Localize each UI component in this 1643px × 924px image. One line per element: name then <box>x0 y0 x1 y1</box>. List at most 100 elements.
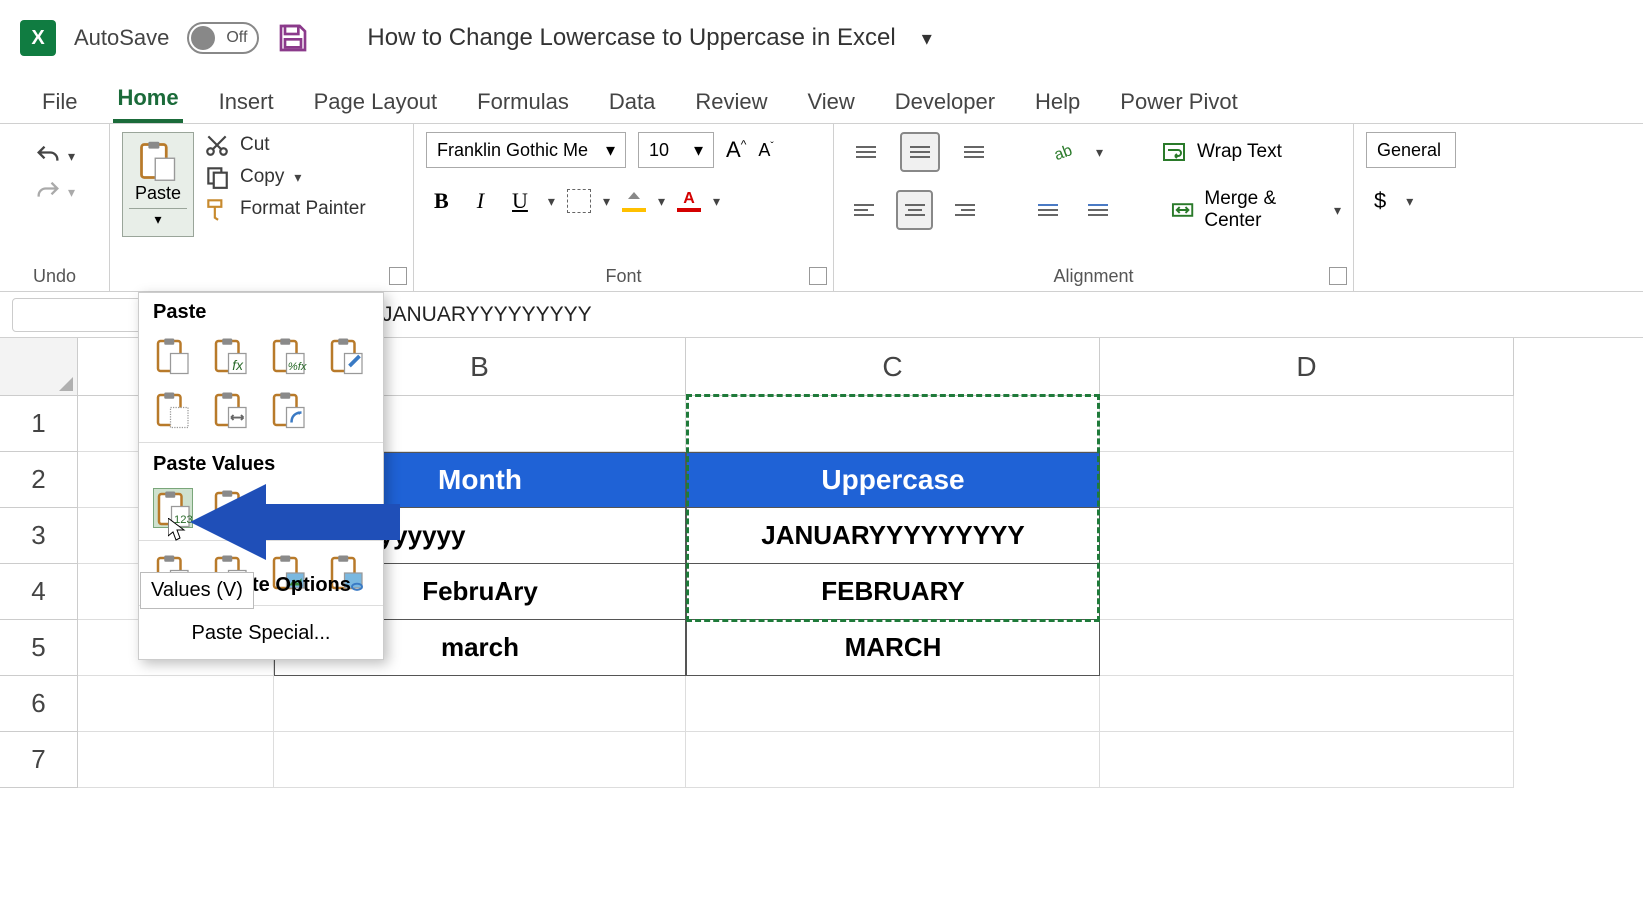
tab-view[interactable]: View <box>803 81 858 123</box>
select-all-corner[interactable] <box>0 338 78 396</box>
undo-button[interactable]: ▾ <box>34 142 75 170</box>
chevron-down-icon[interactable]: ▾ <box>694 140 703 161</box>
tab-home[interactable]: Home <box>113 77 182 123</box>
chevron-down-icon[interactable]: ▾ <box>68 148 75 165</box>
cell[interactable]: MARCH <box>686 620 1100 676</box>
format-painter-button[interactable]: Format Painter <box>204 196 366 222</box>
paste-formulas-icon[interactable]: fx <box>211 336 251 376</box>
col-header-D[interactable]: D <box>1100 338 1514 396</box>
align-middle-button[interactable] <box>900 132 940 172</box>
paste-special-item[interactable]: Paste Special... <box>139 608 383 659</box>
cell[interactable]: JANUARYYYYYYYYY <box>686 508 1100 564</box>
cell[interactable] <box>686 732 1100 788</box>
tab-review[interactable]: Review <box>691 81 771 123</box>
chevron-down-icon[interactable]: ▾ <box>1096 144 1103 161</box>
paste-no-borders-icon[interactable] <box>153 390 193 430</box>
chevron-down-icon[interactable]: ▾ <box>1406 193 1413 210</box>
align-top-button[interactable] <box>846 132 886 172</box>
cell[interactable] <box>1100 676 1514 732</box>
cell[interactable] <box>1100 564 1514 620</box>
cut-button[interactable]: Cut <box>204 132 366 158</box>
copy-button[interactable]: Copy ▾ <box>204 164 366 190</box>
row-header-2[interactable]: 2 <box>0 452 78 508</box>
clipboard-launcher-icon[interactable] <box>389 267 407 285</box>
paste-button[interactable]: Paste ▾ <box>122 132 194 237</box>
italic-button[interactable]: I <box>469 184 492 218</box>
chevron-down-icon[interactable]: ▾ <box>1334 202 1341 219</box>
tab-formulas[interactable]: Formulas <box>473 81 573 123</box>
paste-dropdown[interactable]: ▾ <box>129 208 187 230</box>
orientation-button[interactable]: ab <box>1042 132 1082 172</box>
decrease-font-icon[interactable]: Aˇ <box>758 140 773 161</box>
row-header-6[interactable]: 6 <box>0 676 78 732</box>
tab-help[interactable]: Help <box>1031 81 1084 123</box>
cell-header-uppercase[interactable]: Uppercase <box>686 452 1100 508</box>
cell[interactable] <box>686 396 1100 452</box>
name-box[interactable] <box>12 298 142 332</box>
cell[interactable] <box>274 732 686 788</box>
tab-file[interactable]: File <box>38 81 81 123</box>
increase-font-icon[interactable]: A^ <box>726 137 746 163</box>
align-center-button[interactable] <box>896 190 933 230</box>
paste-keep-source-icon[interactable] <box>327 336 367 376</box>
align-bottom-button[interactable] <box>954 132 994 172</box>
redo-button[interactable]: ▾ <box>34 178 75 206</box>
tab-developer[interactable]: Developer <box>891 81 999 123</box>
tab-data[interactable]: Data <box>605 81 659 123</box>
row-header-1[interactable]: 1 <box>0 396 78 452</box>
col-header-C[interactable]: C <box>686 338 1100 396</box>
merge-center-button[interactable]: Merge & Center ▾ <box>1171 188 1341 232</box>
paste-all-icon[interactable] <box>153 336 193 376</box>
font-color-button[interactable]: A <box>677 190 701 212</box>
paste-formulas-number-icon[interactable]: %fx <box>269 336 309 376</box>
tab-page-layout[interactable]: Page Layout <box>310 81 442 123</box>
row-header-4[interactable]: 4 <box>0 564 78 620</box>
cell[interactable]: FEBRUARY <box>686 564 1100 620</box>
bold-button[interactable]: B <box>426 184 457 218</box>
cell[interactable] <box>274 676 686 732</box>
chevron-down-icon[interactable]: ▾ <box>603 193 610 210</box>
formula-bar-value[interactable]: JANUARYYYYYYYYY <box>382 303 592 327</box>
borders-button[interactable] <box>567 189 591 213</box>
font-launcher-icon[interactable] <box>809 267 827 285</box>
row-header-3[interactable]: 3 <box>0 508 78 564</box>
number-format-select[interactable]: General <box>1366 132 1456 168</box>
font-name-select[interactable]: Franklin Gothic Me▾ <box>426 132 626 168</box>
cell[interactable] <box>686 676 1100 732</box>
chevron-down-icon[interactable]: ▾ <box>658 193 665 210</box>
save-icon[interactable] <box>277 22 309 54</box>
paste-transpose-icon[interactable] <box>269 390 309 430</box>
cell[interactable] <box>78 676 274 732</box>
alignment-launcher-icon[interactable] <box>1329 267 1347 285</box>
decrease-indent-button[interactable] <box>1029 190 1065 230</box>
cell[interactable] <box>1100 620 1514 676</box>
paste-column-widths-icon[interactable] <box>211 390 251 430</box>
title-dropdown-icon[interactable]: ▾ <box>922 26 932 51</box>
tab-insert[interactable]: Insert <box>215 81 278 123</box>
cell[interactable] <box>78 732 274 788</box>
row-header-5[interactable]: 5 <box>0 620 78 676</box>
chevron-down-icon[interactable]: ▾ <box>713 193 720 210</box>
align-right-button[interactable] <box>947 190 983 230</box>
svg-text:ab: ab <box>1052 142 1074 164</box>
align-left-button[interactable] <box>846 190 882 230</box>
cursor-icon <box>168 518 186 542</box>
cell[interactable] <box>1100 732 1514 788</box>
cut-label: Cut <box>240 134 270 156</box>
chevron-down-icon[interactable]: ▾ <box>606 140 615 161</box>
increase-indent-button[interactable] <box>1080 190 1116 230</box>
chevron-down-icon[interactable]: ▾ <box>548 193 555 210</box>
cell[interactable] <box>1100 396 1514 452</box>
autosave-toggle[interactable]: Off <box>187 22 259 54</box>
underline-button[interactable]: U <box>504 184 536 218</box>
fill-color-button[interactable] <box>622 190 646 212</box>
cell[interactable] <box>1100 508 1514 564</box>
font-size-select[interactable]: 10▾ <box>638 132 714 168</box>
chevron-down-icon[interactable]: ▾ <box>294 169 301 186</box>
wrap-text-button[interactable]: Wrap Text <box>1161 140 1282 164</box>
chevron-down-icon[interactable]: ▾ <box>68 184 75 201</box>
cell[interactable] <box>1100 452 1514 508</box>
row-header-7[interactable]: 7 <box>0 732 78 788</box>
accounting-format-button[interactable]: $ <box>1366 184 1394 218</box>
tab-power-pivot[interactable]: Power Pivot <box>1116 81 1241 123</box>
